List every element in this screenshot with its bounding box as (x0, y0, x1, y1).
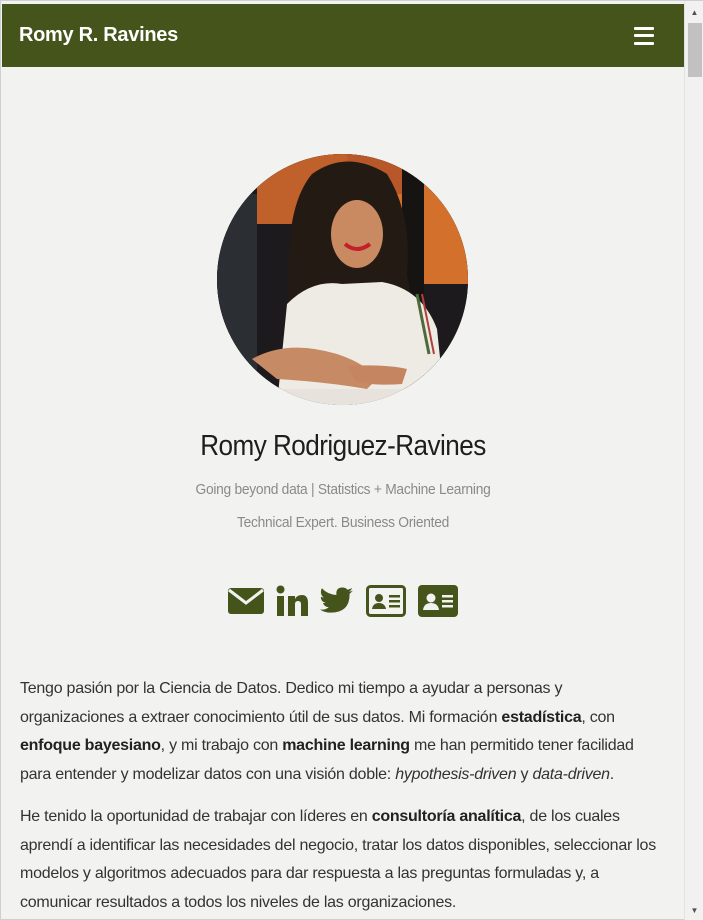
profile-name: Romy Rodriguez-Ravines (200, 430, 486, 462)
emphasis-estadistica: estadística (501, 708, 582, 726)
social-links (1, 583, 685, 619)
scroll-up-arrow-icon[interactable]: ▲ (685, 3, 703, 21)
scrollbar-thumb[interactable] (688, 23, 702, 77)
emphasis-data-driven: data-driven (532, 765, 610, 783)
about-paragraph-2: He tenido la oportunidad de trabajar con… (20, 808, 656, 911)
profile-photo (217, 154, 468, 405)
twitter-icon[interactable] (320, 587, 354, 615)
site-brand[interactable]: Romy R. Ravines (19, 24, 178, 47)
emphasis-enfoque-bayesiano: enfoque bayesiano (20, 737, 161, 754)
emphasis-machine-learning: machine learning (282, 737, 410, 754)
browser-viewport: Romy R. Ravines Romy Rodriguez-Ravines G… (0, 0, 703, 920)
about-paragraph-1: Tengo pasión por la Ciencia de Datos. De… (20, 680, 634, 783)
linkedin-icon[interactable] (276, 585, 308, 617)
navbar: Romy R. Ravines (2, 4, 684, 67)
emphasis-consultoria-analitica: consultoría analítica (371, 808, 522, 825)
profile-tagline-secondary: Technical Expert. Business Oriented (236, 514, 450, 531)
emphasis-hypothesis-driven: hypothesis-driven (395, 765, 517, 783)
hamburger-menu-icon[interactable] (634, 26, 654, 45)
vertical-scrollbar[interactable]: ▲ ▼ (684, 1, 703, 920)
id-card-outline-icon[interactable] (366, 585, 406, 617)
profile-tagline: Going beyond data | Statistics + Machine… (195, 481, 491, 498)
scroll-down-arrow-icon[interactable]: ▼ (685, 901, 703, 919)
id-card-solid-icon[interactable] (418, 585, 458, 617)
main-content: Romy Rodriguez-Ravines Going beyond data… (1, 67, 685, 920)
envelope-icon[interactable] (228, 588, 264, 614)
